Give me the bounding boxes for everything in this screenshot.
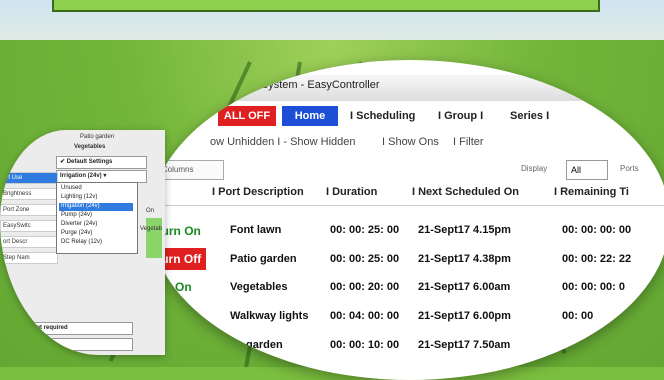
dropdown-option[interactable]: Lighting (12v) (61, 194, 97, 200)
display-label: Display (521, 164, 548, 173)
scheduling-tab[interactable]: I Scheduling (350, 106, 415, 126)
dropdown-option[interactable]: Unused (61, 185, 82, 191)
title-bar (150, 75, 664, 101)
window-title: ation System - EasyController (234, 79, 380, 91)
ports-label: Ports (620, 164, 639, 173)
show-ons-link[interactable]: I Show Ons (382, 136, 439, 148)
show-unhidden-hidden-link[interactable]: ow Unhidden I - Show Hidden (210, 136, 356, 148)
table-cell-remaining: 00: 00: 00: 0 (562, 281, 625, 293)
home-tab[interactable]: Home (282, 106, 338, 126)
table-cell-remaining: 00: 00: 00: 00 (562, 224, 632, 236)
table-cell-duration: 00: 00: 25: 00 (330, 224, 400, 236)
table-cell-next: 21-Sept17 4.38pm (418, 253, 511, 265)
table-cell-duration: 00: 00: 20: 00 (330, 281, 400, 293)
table-cell-next: 21-Sept17 6.00pm (418, 310, 511, 322)
col-header-port-description[interactable]: I Port Description (212, 186, 304, 198)
panel-field-step-name: Step Nam (0, 252, 58, 264)
header-divider (150, 205, 664, 206)
table-cell-duration: 00: 00: 10: 00 (330, 339, 400, 351)
col-header-next-scheduled[interactable]: I Next Scheduled On (412, 186, 519, 198)
table-cell-next: 21-Sept17 7.50am (418, 339, 511, 351)
panel-field-port-use: ort Use (0, 172, 58, 184)
table-cell-remaining: 00: 00 (562, 310, 594, 322)
panel-field-easyswitch: EasySwitc (0, 220, 58, 232)
col-header-duration[interactable]: I Duration (326, 186, 377, 198)
dropdown-option-selected[interactable]: Irrigation (24v) (61, 203, 100, 209)
table-cell-desc: Walkway lights (230, 310, 309, 322)
panel-field-brightness: Brightness (0, 188, 58, 200)
table-cell-duration: 00: 04: 00: 00 (330, 310, 400, 322)
header-banner (52, 0, 600, 12)
panel-side-on: On (146, 208, 155, 214)
bottom-select[interactable]: ied (28, 338, 133, 351)
group-tab[interactable]: I Group I (438, 106, 483, 126)
not-required-select[interactable]: Not required (28, 322, 133, 335)
panel-label-patio: Patio garden (80, 134, 115, 140)
panel-label-vegetables: Vegetables (74, 144, 106, 150)
display-select[interactable]: All (566, 160, 608, 180)
filter-link[interactable]: I Filter (453, 136, 484, 148)
dropdown-option[interactable]: DC Relay (12v) (61, 239, 102, 245)
port-use-dropdown[interactable]: Unused Lighting (12v) Irrigation (24v) P… (56, 182, 138, 254)
app-window-oval: ation System - EasyController ALL OFF Ho… (150, 60, 664, 380)
default-settings-select[interactable]: ✔ Default Settings (56, 156, 147, 169)
dropdown-option[interactable]: Pump (24v) (61, 212, 92, 218)
table-cell-desc: Font lawn (230, 224, 282, 236)
dropdown-option[interactable]: Diverter (24v) (61, 221, 97, 227)
panel-field-port-zone: Port Zone (0, 204, 58, 216)
all-off-button[interactable]: ALL OFF (218, 106, 276, 126)
series-tab[interactable]: Series I (510, 106, 549, 126)
app-window: ation System - EasyController ALL OFF Ho… (150, 60, 664, 380)
table-cell-next: 21-Sept17 4.15pm (418, 224, 511, 236)
table-cell-desc: Vegetables (230, 281, 288, 293)
panel-field-port-description: ort Descr (0, 236, 58, 248)
panel-side-vegetables: Vegetab (140, 226, 163, 232)
table-cell-duration: 00: 00: 25: 00 (330, 253, 400, 265)
table-cell-desc: Patio garden (230, 253, 297, 265)
table-cell-remaining: 00: 00: 22: 22 (562, 253, 632, 265)
side-green-strip (146, 218, 162, 258)
dropdown-option[interactable]: Purge (24v) (61, 230, 92, 236)
table-cell-desc: garden (246, 339, 283, 351)
col-header-remaining[interactable]: I Remaining Ti (554, 186, 629, 198)
table-cell-next: 21-Sept17 6.00am (418, 281, 511, 293)
